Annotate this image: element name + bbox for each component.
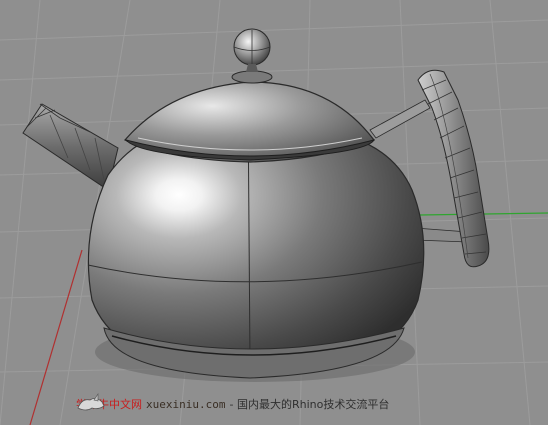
handle-upper-connector xyxy=(369,99,431,139)
watermark-slogan: - 国内最大的Rhino技术交流平台 xyxy=(229,398,390,411)
rhino-logo-icon xyxy=(77,393,105,411)
perspective-viewport[interactable]: 学犀牛中文网 xuexiniu.com - 国内最大的Rhino技术交流平台 xyxy=(0,0,548,425)
viewport-canvas xyxy=(0,0,548,425)
teapot-body xyxy=(87,129,425,363)
watermark-site: xuexiniu.com xyxy=(146,397,226,411)
watermark: 学犀牛中文网 xuexiniu.com - 国内最大的Rhino技术交流平台 xyxy=(76,392,389,416)
spout xyxy=(22,103,119,191)
knob-collar xyxy=(231,70,273,84)
